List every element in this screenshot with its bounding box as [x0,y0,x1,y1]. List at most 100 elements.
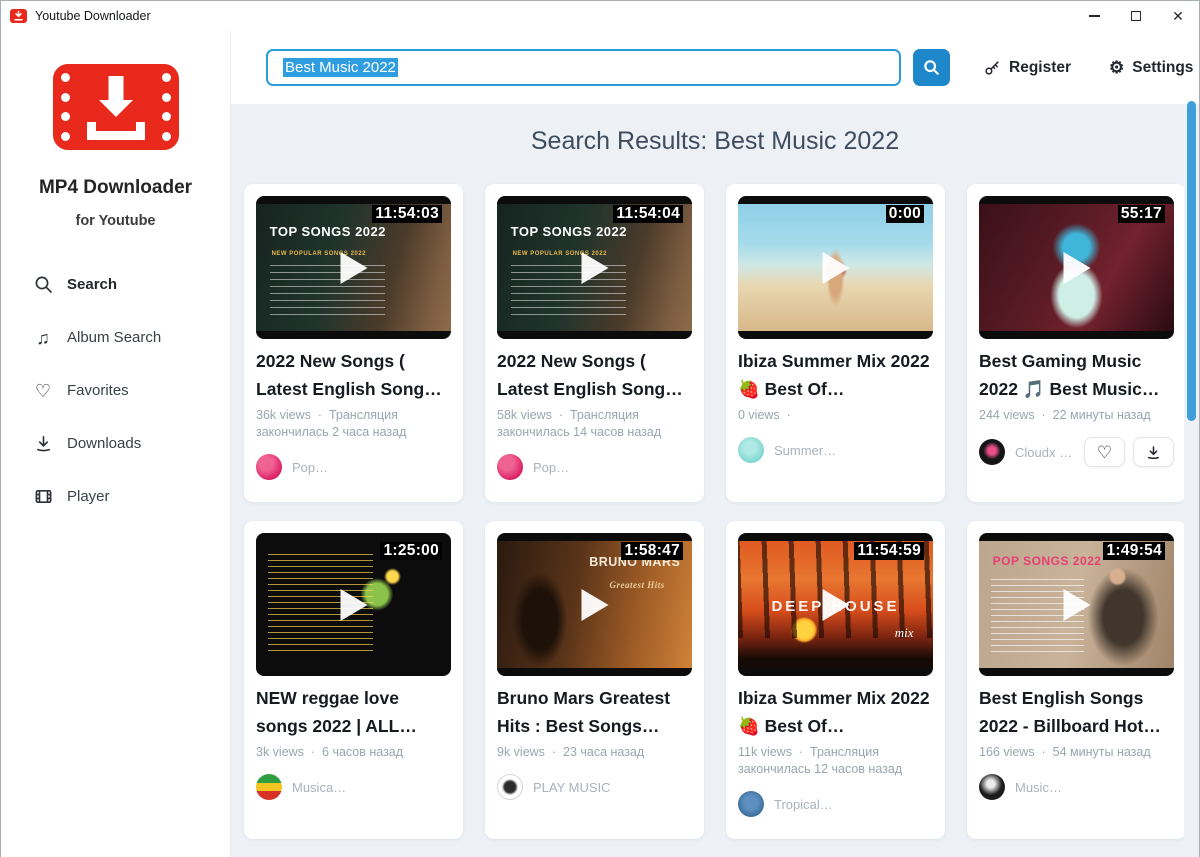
play-icon[interactable] [581,251,608,284]
search-submit-button[interactable] [913,49,950,86]
video-card[interactable]: TOP SONGS 2022 NEW POPULAR SONGS 2022 11… [244,184,463,502]
channel-row: Musica… [256,774,451,800]
video-card[interactable]: 0:00 Ibiza Summer Mix 2022 🍓 Best Of… 0 … [726,184,945,502]
video-thumbnail[interactable]: BRUNO MARS Greatest Hits 1:58:47 [497,533,692,676]
topbar: Best Music 2022 Register ⚙ Settings [231,31,1199,104]
duration-badge: 1:49:54 [1103,542,1165,560]
meta-separator: · [317,408,323,422]
minimize-icon [1088,15,1100,17]
video-card[interactable]: 55:17 Best Gaming Music 2022 🎵 Best Musi… [967,184,1186,502]
music-note-icon: ♫ [36,327,50,348]
channel-name: Summer… [774,442,837,458]
channel-row: Summer… [738,437,933,463]
video-thumbnail[interactable]: 1:25:00 [256,533,451,676]
sidebar-item-album-search[interactable]: ♫ Album Search [1,311,230,364]
download-arrow-icon [108,76,123,101]
play-icon[interactable] [822,588,849,621]
meta-separator: · [798,745,804,759]
play-icon[interactable] [340,251,367,284]
titlebar: Youtube Downloader ✕ [1,1,1199,31]
video-card[interactable]: DEEP HOUSE mix 11:54:59 Ibiza Summer Mix… [726,521,945,839]
sidebar: MP4 Downloader for Youtube Search ♫ Albu… [1,31,231,857]
video-meta: 3k views · 6 часов назад [256,745,404,759]
film-icon [33,487,53,507]
video-thumbnail[interactable]: 55:17 [979,196,1174,339]
search-input-selected-text: Best Music 2022 [283,58,398,77]
channel-avatar [497,454,523,480]
play-icon[interactable] [581,588,608,621]
meta-separator: · [310,745,316,759]
download-icon [33,434,53,454]
scrollbar-thumb[interactable] [1187,101,1196,421]
heart-icon: ♡ [34,380,52,401]
channel-avatar [979,774,1005,800]
favorite-button[interactable]: ♡ [1084,437,1125,467]
video-thumbnail[interactable]: 0:00 [738,196,933,339]
video-thumbnail[interactable]: DEEP HOUSE mix 11:54:59 [738,533,933,676]
channel-name: Musica… [292,779,347,795]
sidebar-item-downloads[interactable]: Downloads [1,417,230,470]
film-dots-right [161,73,171,141]
video-card[interactable]: 1:25:00 NEW reggae love songs 2022 | ALL… [244,521,463,839]
close-button[interactable]: ✕ [1157,1,1199,31]
play-icon[interactable] [822,251,849,284]
download-icon [1148,445,1159,459]
meta-separator: · [1041,745,1046,759]
video-card[interactable]: TOP SONGS 2022 NEW POPULAR SONGS 2022 11… [485,184,704,502]
video-title[interactable]: Best Gaming Music 2022 🎵 Best Music… [979,347,1174,403]
duration-badge: 0:00 [885,205,924,223]
channel-avatar [738,437,764,463]
search-input[interactable]: Best Music 2022 [266,49,901,86]
channel-name: Music… [1015,779,1062,795]
video-card[interactable]: BRUNO MARS Greatest Hits 1:58:47 Bruno M… [485,521,704,839]
video-title[interactable]: NEW reggae love songs 2022 | ALL… [256,684,451,740]
key-icon [985,60,999,75]
video-thumbnail[interactable]: TOP SONGS 2022 NEW POPULAR SONGS 2022 11… [256,196,451,339]
search-icon [33,275,53,295]
channel-row: Cloudx Music ♡ [979,437,1174,467]
play-icon[interactable] [1063,588,1090,621]
sidebar-item-search[interactable]: Search [1,258,230,311]
video-thumbnail[interactable]: POP SONGS 2022 1:49:54 [979,533,1174,676]
search-icon [924,60,939,75]
sidebar-item-favorites[interactable]: ♡ Favorites [1,364,230,417]
minimize-button[interactable] [1073,1,1115,31]
channel-avatar [497,774,523,800]
play-icon[interactable] [1063,251,1090,284]
video-title[interactable]: Best English Songs 2022 - Billboard Hot… [979,684,1174,740]
meta-separator: · [1041,408,1046,422]
duration-badge: 11:54:04 [613,205,683,223]
heart-icon: ♡ [1096,442,1113,462]
sidebar-item-player[interactable]: Player [1,470,230,523]
maximize-button[interactable] [1115,1,1157,31]
duration-badge: 1:58:47 [621,542,683,560]
settings-label: Settings [1132,58,1194,76]
channel-name: Pop… [292,459,329,475]
channel-avatar [256,454,282,480]
settings-button[interactable]: ⚙ Settings [1109,59,1193,77]
download-button[interactable] [1133,437,1174,467]
video-title[interactable]: Ibiza Summer Mix 2022 🍓 Best Of… [738,347,933,403]
play-icon[interactable] [340,588,367,621]
results-heading: Search Results: Best Music 2022 [530,127,900,155]
maximize-icon [1131,11,1141,21]
results-panel: Search Results: Best Music 2022 TOP SONG… [231,104,1199,857]
channel-avatar [256,774,282,800]
video-meta: 36k views · Трансляция закончилась 2 час… [256,408,407,439]
register-button[interactable]: Register [983,59,1071,77]
duration-badge: 11:54:59 [854,542,924,560]
video-thumbnail[interactable]: TOP SONGS 2022 NEW POPULAR SONGS 2022 11… [497,196,692,339]
video-title[interactable]: 2022 New Songs ( Latest English Song… [256,347,451,403]
video-meta: 244 views · 22 минуты назад [979,408,1151,422]
app-name: MP4 Downloader [38,177,193,198]
video-title[interactable]: Bruno Mars Greatest Hits : Best Songs… [497,684,692,740]
meta-separator: · [558,408,564,422]
duration-badge: 55:17 [1117,205,1165,223]
video-title[interactable]: 2022 New Songs ( Latest English Song… [497,347,692,403]
channel-name: Cloudx Music [1015,444,1074,460]
app-subtitle: for Youtube [75,213,156,229]
video-title[interactable]: Ibiza Summer Mix 2022 🍓 Best Of… [738,684,933,740]
video-card[interactable]: POP SONGS 2022 1:49:54 Best English Song… [967,521,1186,839]
meta-separator: · [786,408,791,422]
film-dots-left [60,73,70,141]
